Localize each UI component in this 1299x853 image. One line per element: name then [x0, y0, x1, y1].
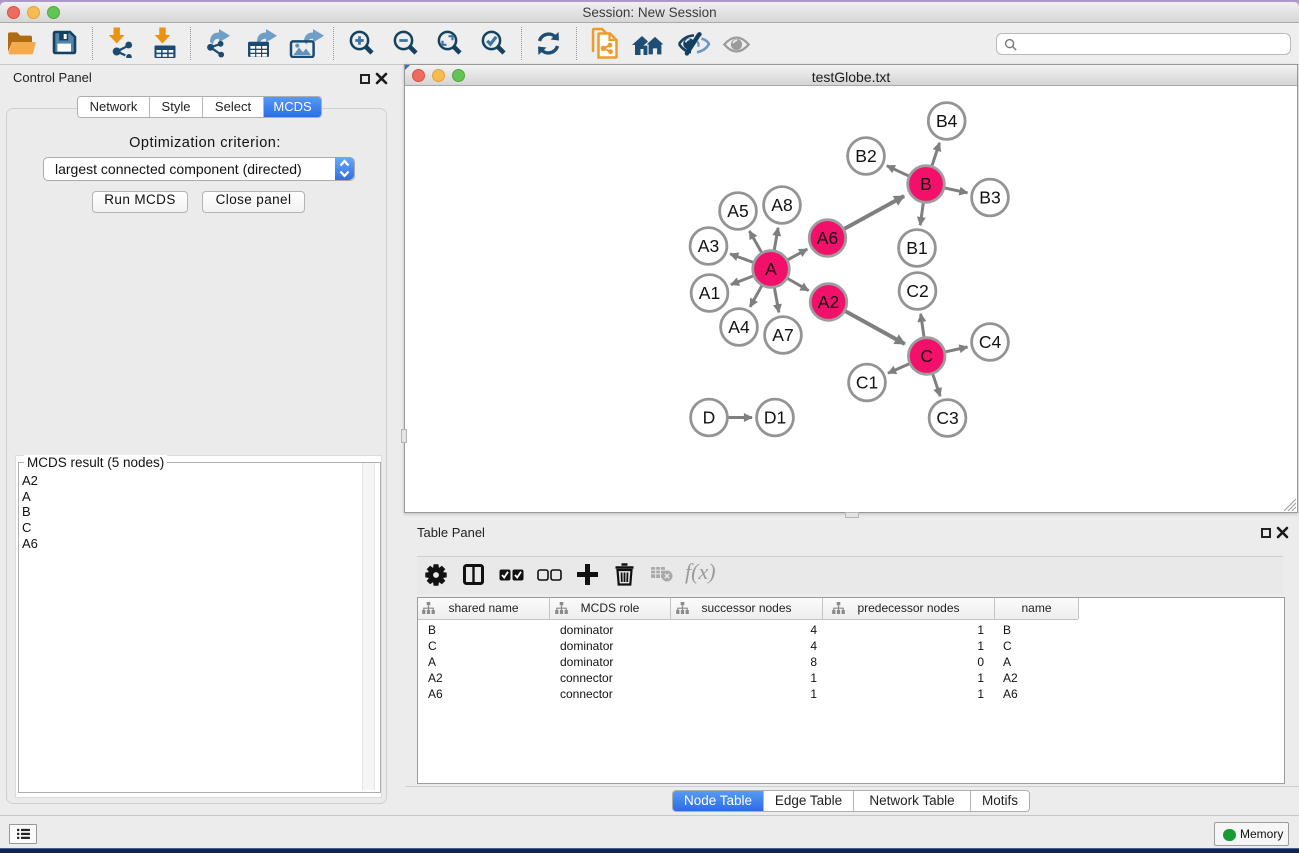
svg-text:D: D	[703, 408, 716, 428]
svg-text:C: C	[920, 346, 933, 366]
svg-text:A4: A4	[728, 317, 750, 337]
svg-text:A6: A6	[817, 228, 838, 248]
svg-text:A8: A8	[771, 195, 792, 215]
svg-text:C4: C4	[979, 332, 1002, 352]
svg-text:C3: C3	[936, 408, 958, 428]
svg-text:A2: A2	[818, 292, 839, 312]
svg-text:D1: D1	[764, 408, 786, 428]
svg-text:B3: B3	[979, 188, 1000, 208]
svg-text:A5: A5	[727, 201, 748, 221]
svg-text:B1: B1	[906, 238, 927, 258]
svg-text:C2: C2	[906, 281, 928, 301]
svg-text:C1: C1	[856, 373, 878, 393]
svg-text:B2: B2	[855, 146, 876, 166]
svg-text:A: A	[765, 259, 777, 279]
svg-text:B: B	[920, 174, 932, 194]
svg-text:A7: A7	[772, 325, 793, 345]
svg-text:A1: A1	[699, 283, 720, 303]
svg-text:B4: B4	[936, 111, 958, 131]
svg-text:A3: A3	[698, 236, 719, 256]
